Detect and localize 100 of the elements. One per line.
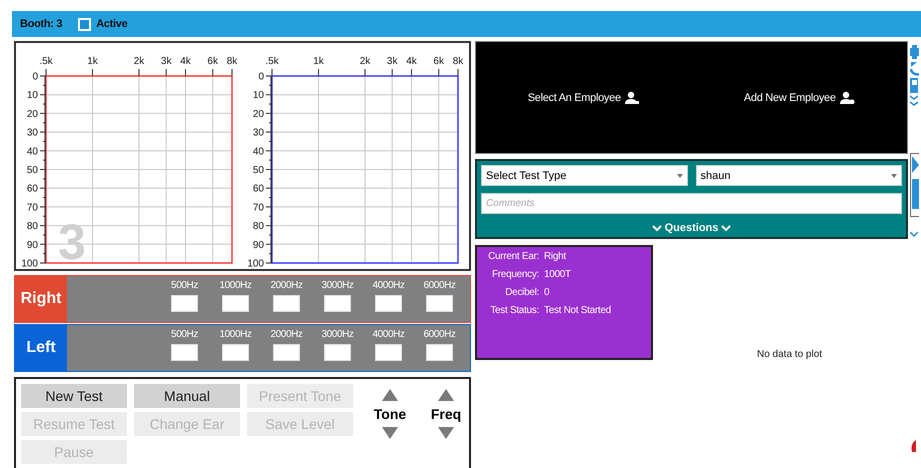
status-label: Current Ear: (487, 251, 539, 262)
frequency-label: 4000Hz (372, 280, 405, 291)
frequency-label: 2000Hz (270, 329, 303, 340)
axis-label: .5k (265, 56, 279, 67)
down-triangle-icon (381, 426, 399, 440)
chevron-down-icon (652, 224, 662, 232)
threshold-input[interactable] (324, 344, 351, 361)
axis-label: 6k (433, 56, 444, 67)
axis-label: 4k (406, 56, 417, 67)
axis-label: 100 (247, 258, 264, 269)
ear-label: Left (15, 325, 67, 371)
axis-label: 2k (360, 56, 370, 67)
questions-toggle[interactable]: Questions (652, 221, 732, 235)
axis-label: 40 (252, 146, 264, 158)
axis-label: 20 (252, 108, 264, 120)
chevron-down-icon (721, 224, 732, 232)
control-button[interactable]: Manual (134, 384, 240, 408)
threshold-input[interactable] (375, 295, 402, 312)
ear-label: Right (15, 276, 67, 322)
axis-label: 8k (452, 56, 464, 67)
down-triangle-icon (437, 426, 455, 440)
stepper-label: Freq (430, 406, 462, 422)
status-value: 1000T (544, 269, 572, 280)
threshold-input[interactable] (222, 344, 249, 361)
axis-label: 60 (252, 184, 264, 195)
frequency-label: 6000Hz (423, 280, 456, 291)
media-controls-icon (910, 153, 919, 217)
axis-label: .5k (39, 56, 53, 67)
axis-label: 90 (252, 240, 264, 251)
frequency-label: 500Hz (171, 280, 198, 291)
threshold-input[interactable] (273, 295, 300, 312)
status-label: Decibel: (504, 287, 539, 298)
axis-label: 80 (26, 221, 38, 232)
caret-icon (676, 174, 682, 178)
plot-message: No data to plot (757, 349, 822, 360)
status-value: 0 (544, 287, 550, 298)
axis-label: 50 (252, 165, 264, 176)
axis-label: 2k (134, 56, 144, 67)
threshold-input[interactable] (324, 295, 351, 312)
axis-label: 1k (313, 56, 324, 67)
swoosh-icon (910, 440, 916, 452)
axis-label: 0 (32, 72, 38, 82)
frequency-label: 1000Hz (219, 329, 252, 340)
axis-label: 20 (26, 108, 38, 120)
axis-label: 3k (160, 56, 172, 67)
threshold-input[interactable] (171, 295, 198, 312)
threshold-input[interactable] (171, 344, 198, 361)
axis-label: 8k (226, 56, 238, 67)
active-checkbox[interactable] (78, 18, 92, 30)
stepper-label: Tone (374, 406, 406, 422)
axis-label: 10 (252, 90, 264, 102)
frequency-label: 6000Hz (423, 329, 456, 340)
dropdown[interactable]: Select Test Type (481, 165, 688, 186)
chevron-down-icon (910, 231, 918, 237)
axis-label: 6k (207, 56, 218, 67)
threshold-input[interactable] (222, 295, 249, 312)
axis-label: 10 (26, 90, 38, 102)
save-icon (910, 78, 918, 93)
axis-label: 70 (26, 202, 38, 214)
refresh-icon (910, 61, 919, 76)
double-chevron-icon (910, 95, 918, 107)
person-icon (840, 91, 855, 104)
employee-button[interactable]: Add New Employee (692, 91, 907, 104)
dropdown[interactable]: shaun (696, 165, 902, 186)
caret-icon (891, 174, 897, 178)
axis-label: 70 (252, 202, 264, 214)
up-triangle-icon (437, 388, 455, 402)
axis-label: 50 (26, 165, 38, 176)
status-label: Frequency: (490, 269, 539, 280)
active-label: Active (96, 18, 128, 30)
threshold-input[interactable] (426, 295, 453, 312)
frequency-label: 3000Hz (321, 280, 354, 291)
comments-field[interactable]: Comments (481, 193, 902, 214)
person-icon (624, 91, 640, 104)
frequency-label: 3000Hz (321, 329, 354, 340)
frequency-label: 500Hz (171, 329, 198, 340)
axis-label: 4k (180, 56, 191, 67)
status-value: Test Not Started (544, 305, 612, 316)
up-triangle-icon (381, 388, 399, 402)
threshold-input[interactable] (426, 344, 453, 361)
employee-button[interactable]: Select An Employee (476, 91, 692, 104)
booth-label: Booth: 3 (20, 18, 62, 30)
threshold-input[interactable] (273, 344, 300, 361)
axis-label: 60 (26, 184, 38, 195)
axis-label: 0 (258, 72, 264, 82)
axis-label: 100 (21, 258, 38, 269)
status-value: Right (544, 251, 568, 262)
axis-label: 80 (252, 221, 264, 232)
threshold-input[interactable] (375, 344, 402, 361)
axis-label: 3k (386, 56, 398, 67)
axis-label: 30 (26, 128, 38, 139)
axis-label: 30 (252, 128, 264, 139)
control-button[interactable]: New Test (21, 384, 127, 408)
status-label: Test Status: (489, 305, 539, 316)
axis-label: 90 (26, 240, 38, 251)
frequency-label: 4000Hz (372, 329, 405, 340)
frequency-label: 1000Hz (219, 280, 252, 291)
frequency-label: 2000Hz (270, 280, 303, 291)
axis-label: 40 (26, 146, 38, 158)
axis-label: 1k (87, 56, 98, 67)
